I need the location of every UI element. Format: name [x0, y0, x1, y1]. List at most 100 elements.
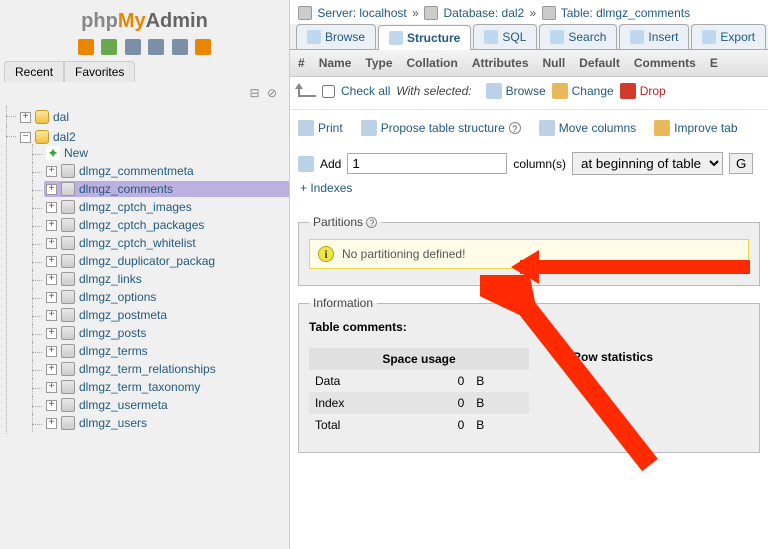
tab-recent[interactable]: Recent [4, 61, 64, 82]
tab-sql[interactable]: SQL [473, 24, 537, 49]
sql-tab-icon [484, 30, 498, 44]
usage-label: Data [309, 370, 430, 392]
tab-search[interactable]: Search [539, 24, 617, 49]
logo: phpMyAdmin [0, 4, 289, 37]
table-icon [61, 200, 75, 214]
reload-icon[interactable] [195, 39, 211, 55]
table-icon [61, 182, 75, 196]
expand-icon[interactable]: + [46, 238, 57, 249]
search-icon [550, 30, 564, 44]
browse-icon [486, 83, 502, 99]
help-icon[interactable]: ? [509, 122, 521, 134]
expand-icon[interactable]: + [46, 202, 57, 213]
propose-link[interactable]: Propose table structure ? [361, 120, 521, 136]
table-item[interactable]: dlmgz_cptch_packages [79, 218, 204, 232]
expand-icon[interactable]: + [46, 364, 57, 375]
browse-action[interactable]: Browse [506, 84, 546, 98]
change-action[interactable]: Change [572, 84, 614, 98]
tab-favorites[interactable]: Favorites [64, 61, 135, 82]
home-icon[interactable] [78, 39, 94, 55]
expand-icon[interactable]: + [46, 274, 57, 285]
table-item[interactable]: dlmgz_comments [79, 182, 173, 196]
table-item[interactable]: dlmgz_usermeta [79, 398, 168, 412]
table-icon [61, 164, 75, 178]
position-select[interactable]: at beginning of table [572, 152, 723, 175]
partitions-legend: Partitions [313, 215, 363, 229]
server-icon [298, 6, 312, 20]
table-icon [61, 326, 75, 340]
partition-notice-text: No partitioning defined! [342, 247, 465, 261]
export-icon [702, 30, 716, 44]
db-item[interactable]: dal [53, 110, 69, 124]
table-item[interactable]: dlmgz_cptch_whitelist [79, 236, 196, 250]
row-actions: Check all With selected: Browse Change D… [290, 77, 768, 110]
expand-icon[interactable]: + [46, 310, 57, 321]
database-icon [35, 130, 49, 144]
go-button[interactable]: G [729, 153, 753, 174]
expand-icon[interactable]: + [46, 382, 57, 393]
info-icon: i [318, 246, 334, 262]
drop-action[interactable]: Drop [640, 84, 666, 98]
new-table-link[interactable]: New [64, 146, 88, 160]
table-icon [61, 362, 75, 376]
usage-value: 0 [430, 392, 470, 414]
link-icon[interactable]: ⊘ [267, 86, 277, 100]
tab-structure[interactable]: Structure [378, 25, 471, 50]
collapse-icon[interactable]: ⊟ [250, 86, 260, 100]
expand-icon[interactable]: + [46, 346, 57, 357]
table-item[interactable]: dlmgz_links [79, 272, 142, 286]
table-item[interactable]: dlmgz_cptch_images [79, 200, 192, 214]
table-item[interactable]: dlmgz_term_taxonomy [79, 380, 200, 394]
usage-value: 0 [430, 414, 470, 436]
select-up-icon [298, 85, 316, 97]
table-icon [61, 398, 75, 412]
table-icon [61, 380, 75, 394]
expand-icon[interactable]: + [46, 328, 57, 339]
expand-icon[interactable]: + [46, 166, 57, 177]
expand-icon[interactable]: + [46, 292, 57, 303]
server-link[interactable]: localhost [359, 6, 406, 20]
settings-icon[interactable] [172, 39, 188, 55]
improve-link[interactable]: Improve tab [654, 120, 737, 136]
table-icon [61, 218, 75, 232]
table-link[interactable]: dlmgz_comments [596, 6, 690, 20]
table-icon [61, 416, 75, 430]
propose-icon [361, 120, 377, 136]
expand-icon[interactable]: + [20, 112, 31, 123]
tab-export[interactable]: Export [691, 24, 766, 49]
database-icon [35, 110, 49, 124]
expand-icon[interactable]: + [46, 400, 57, 411]
table-item[interactable]: dlmgz_terms [79, 344, 148, 358]
help-icon[interactable]: ? [366, 217, 377, 228]
table-item[interactable]: dlmgz_commentmeta [79, 164, 194, 178]
docs-icon[interactable] [148, 39, 164, 55]
expand-icon[interactable]: + [46, 220, 57, 231]
expand-icon[interactable]: + [46, 184, 57, 195]
action-links: Print Propose table structure ? Move col… [290, 110, 768, 146]
table-item[interactable]: dlmgz_term_relationships [79, 362, 216, 376]
exit-icon[interactable] [101, 39, 117, 55]
tab-browse[interactable]: Browse [296, 24, 376, 49]
database-link[interactable]: dal2 [502, 6, 525, 20]
usage-label: Total [309, 414, 430, 436]
check-all-link[interactable]: Check all [341, 84, 390, 98]
new-icon: ✦ [46, 146, 60, 160]
sql-icon[interactable] [125, 39, 141, 55]
check-all[interactable] [322, 85, 335, 98]
indexes-toggle[interactable]: + Indexes [300, 181, 352, 195]
table-icon [542, 6, 556, 20]
print-link[interactable]: Print [298, 120, 343, 136]
table-item[interactable]: dlmgz_duplicator_packag [79, 254, 215, 268]
table-icon [61, 254, 75, 268]
table-item[interactable]: dlmgz_options [79, 290, 156, 304]
move-columns-link[interactable]: Move columns [539, 120, 636, 136]
add-count-input[interactable] [347, 153, 507, 174]
tab-insert[interactable]: Insert [619, 24, 689, 49]
db-item[interactable]: dal2 [53, 130, 76, 144]
expand-icon[interactable]: + [46, 256, 57, 267]
collapse-icon[interactable]: − [20, 132, 31, 143]
table-item[interactable]: dlmgz_users [79, 416, 147, 430]
table-item[interactable]: dlmgz_posts [79, 326, 146, 340]
table-item[interactable]: dlmgz_postmeta [79, 308, 167, 322]
expand-icon[interactable]: + [46, 418, 57, 429]
